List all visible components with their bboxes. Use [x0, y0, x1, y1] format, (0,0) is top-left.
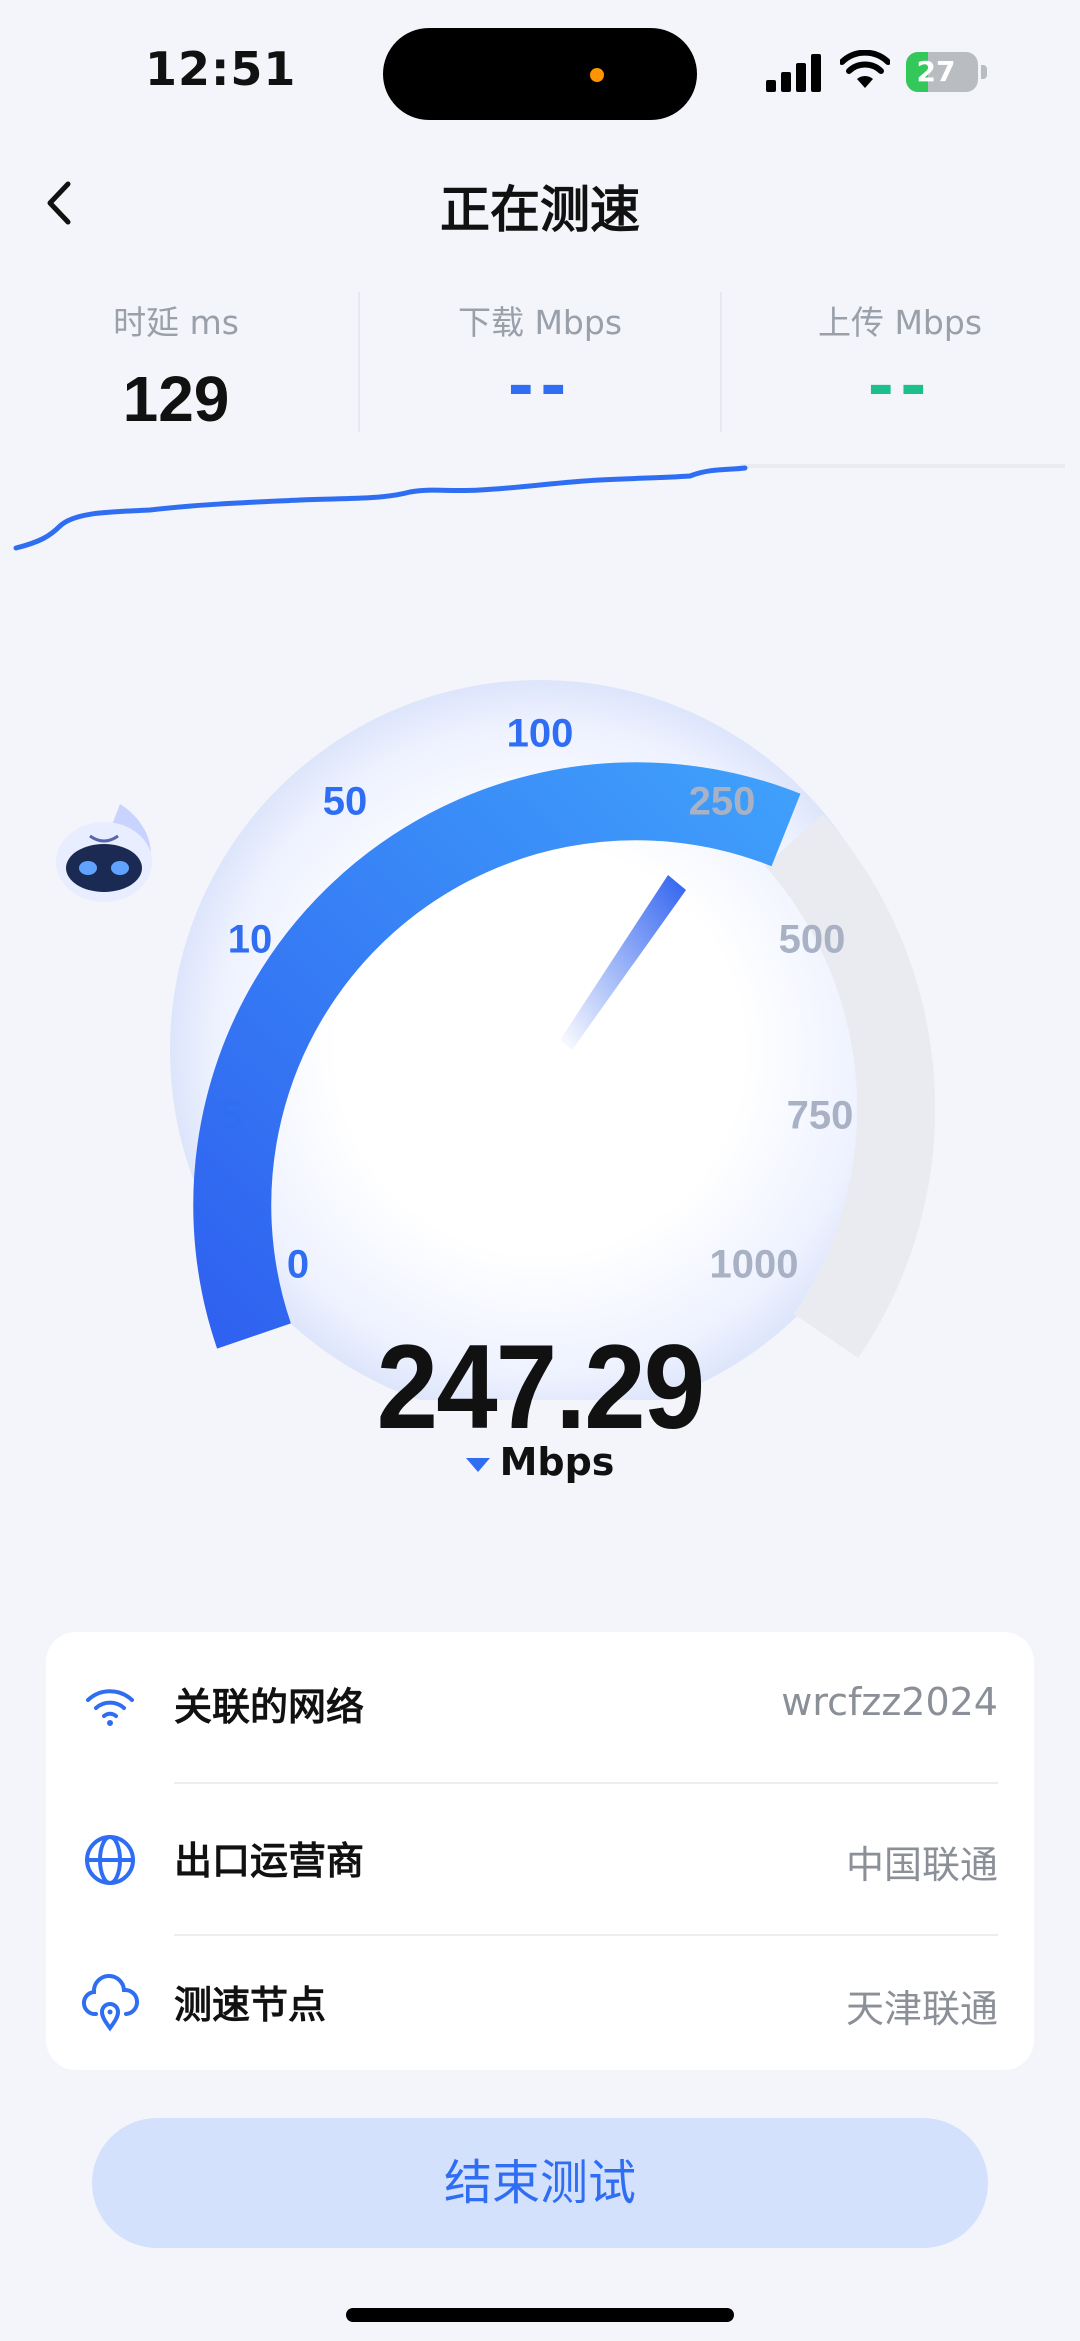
info-value: wrcfzz2024 — [781, 1680, 998, 1724]
download-label: 下载 Mbps — [457, 303, 623, 342]
info-value: 天津联通 — [845, 1987, 998, 2031]
cellular-signal-icon — [766, 54, 821, 92]
recording-indicator — [590, 68, 604, 82]
gauge-tick-1000: 1000 — [709, 1242, 799, 1287]
info-label: 出口运营商 — [174, 1839, 365, 1883]
latency-label: 时延 ms — [113, 303, 239, 342]
info-label: 关联的网络 — [174, 1685, 365, 1729]
download-value: -- — [507, 350, 573, 424]
speed-unit: Mbps — [499, 1440, 615, 1484]
speed-gauge: 0 5 10 50 100 250 500 750 1000 — [0, 580, 1080, 1400]
info-value: 中国联通 — [845, 1843, 998, 1887]
gauge-tick-100: 100 — [506, 711, 574, 756]
latency-value: 129 — [122, 363, 230, 435]
status-time: 12:51 — [145, 42, 297, 96]
gauge-tick-250: 250 — [688, 779, 756, 824]
home-indicator — [346, 2308, 734, 2322]
row-divider — [174, 1782, 998, 1784]
battery-level: 27 — [916, 55, 956, 88]
upload-value: -- — [867, 350, 933, 424]
gauge-tick-750: 750 — [786, 1093, 854, 1138]
network-info-card: 关联的网络 wrcfzz2024 出口运营商 中国联通 测速节点 天津联通 — [46, 1632, 1034, 2070]
gauge-tick-0: 0 — [286, 1242, 310, 1287]
page-title: 正在测速 — [440, 181, 640, 239]
cloud-location-icon — [81, 1974, 139, 2032]
download-metric: 下载 Mbps -- — [370, 296, 710, 424]
wifi-status-icon — [840, 50, 890, 88]
upload-metric: 上传 Mbps -- — [730, 296, 1070, 424]
globe-icon — [85, 1835, 135, 1885]
latency-metric: 时延 ms 129 — [6, 296, 346, 436]
info-row-node: 测速节点 天津联通 — [46, 1930, 1034, 2076]
speed-unit-row: Mbps — [0, 1440, 1080, 1484]
gauge-tick-50: 50 — [322, 779, 368, 824]
current-speed-value: 247.29 — [376, 1320, 705, 1454]
upload-label: 上传 Mbps — [817, 303, 983, 342]
speed-history-graph — [13, 464, 1065, 551]
mascot-robot-icon — [56, 804, 152, 902]
info-row-carrier: 出口运营商 中国联通 — [46, 1786, 1034, 1932]
metric-divider — [358, 292, 360, 432]
wifi-icon — [86, 1689, 134, 1726]
metric-divider — [720, 292, 722, 432]
end-test-button[interactable]: 结束测试 — [92, 2118, 988, 2248]
dynamic-island — [383, 28, 697, 120]
gauge-tick-10: 10 — [227, 917, 273, 962]
info-row-network: 关联的网络 wrcfzz2024 — [46, 1632, 1034, 1778]
battery-icon: 27 — [906, 52, 987, 92]
download-arrow-icon — [465, 1457, 490, 1472]
gauge-tick-5: 5 — [219, 1093, 243, 1138]
gauge-tick-500: 500 — [778, 917, 846, 962]
info-label: 测速节点 — [174, 1983, 327, 2027]
